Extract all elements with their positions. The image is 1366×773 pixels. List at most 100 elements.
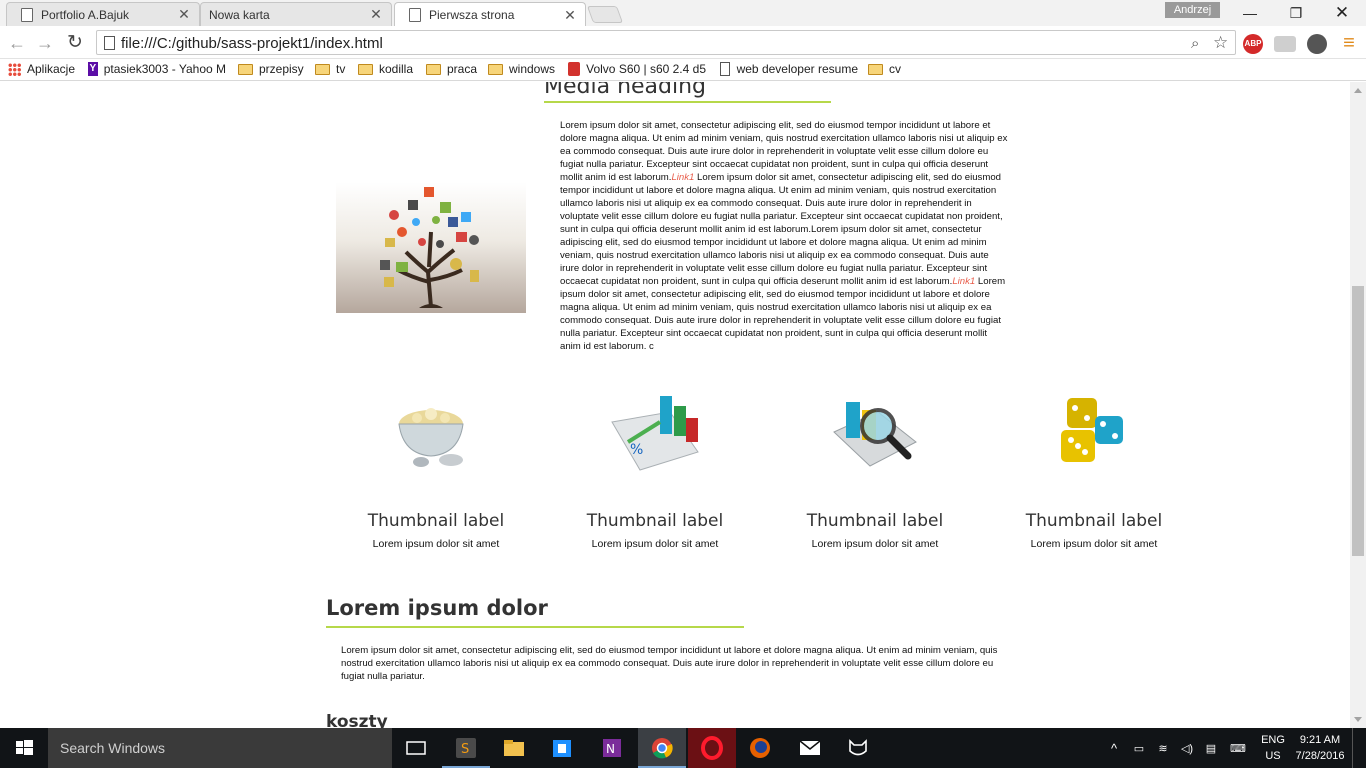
file-explorer-icon[interactable] xyxy=(490,728,538,768)
bookmark-label: tv xyxy=(336,62,346,76)
page-icon xyxy=(720,62,730,76)
menu-icon[interactable]: ≡ xyxy=(1338,32,1360,54)
bookmark-kodilla[interactable]: kodilla xyxy=(358,62,413,76)
section-body-text: Lorem ipsum dolor sit amet, consectetur … xyxy=(341,645,998,682)
folder-icon xyxy=(426,63,441,75)
dice-icon xyxy=(1061,398,1123,462)
battery-icon[interactable]: ▭ xyxy=(1128,728,1150,768)
windows-taskbar: Search Windows S N ^ ▭ ≋ ◁) ▤ ⌨ ENG US 9… xyxy=(0,728,1366,768)
thumbnail-label: Thumbnail label xyxy=(586,511,724,531)
profile-button[interactable]: Andrzej xyxy=(1165,2,1220,18)
language-indicator[interactable]: ENG US xyxy=(1256,732,1290,764)
cast-icon[interactable] xyxy=(1274,36,1296,52)
folder-icon xyxy=(488,63,503,75)
thumbnail-card[interactable]: Thumbnail label Lorem ipsum dolor sit am… xyxy=(994,382,1194,550)
page-icon xyxy=(409,8,421,22)
thumbnail-card[interactable]: Thumbnail label Lorem ipsum dolor sit am… xyxy=(336,382,536,550)
keyboard-icon[interactable]: ⌨ xyxy=(1224,728,1252,768)
restore-button[interactable]: ❐ xyxy=(1273,0,1319,26)
clock[interactable]: 9:21 AM 7/28/2016 xyxy=(1290,732,1350,764)
reload-icon[interactable]: ↻ xyxy=(64,32,86,54)
search-windows-input[interactable]: Search Windows xyxy=(48,728,392,768)
tab-pierwsza-strona[interactable]: Pierwsza strona ✕ xyxy=(394,2,586,27)
mail-icon[interactable] xyxy=(786,728,834,768)
social-tree-icon xyxy=(380,187,479,308)
bookmark-label: Aplikacje xyxy=(27,62,76,76)
tab-label: Pierwsza strona xyxy=(429,8,515,22)
clock-date: 7/28/2016 xyxy=(1295,750,1345,762)
new-tab-button[interactable] xyxy=(586,6,624,23)
folder-icon xyxy=(358,63,373,75)
apps-icon xyxy=(8,62,21,76)
svg-text:N: N xyxy=(606,742,615,756)
bookmark-cv[interactable]: cv xyxy=(868,62,901,76)
window-close-button[interactable]: ✕ xyxy=(1319,0,1365,26)
volvo-icon xyxy=(568,62,581,76)
close-icon[interactable]: ✕ xyxy=(563,7,577,24)
tab-new[interactable]: Nowa karta ✕ xyxy=(200,2,392,26)
page-icon xyxy=(104,36,115,50)
thumbnail-desc: Lorem ipsum dolor sit amet xyxy=(372,538,500,550)
bookmark-label: Volvo S60 | s60 2.4 d5 xyxy=(586,62,706,76)
heading-underline xyxy=(544,101,831,103)
folder-icon xyxy=(238,63,253,75)
github-desktop-icon[interactable] xyxy=(834,728,882,768)
wifi-icon[interactable]: ≋ xyxy=(1152,728,1174,768)
tray-overflow-icon[interactable]: ^ xyxy=(1104,728,1124,768)
thumbnail-card[interactable]: % Thumbnail label Lorem ipsum dolor sit … xyxy=(555,382,755,550)
show-desktop-button[interactable] xyxy=(1352,728,1366,768)
onenote-icon[interactable]: N xyxy=(588,728,636,768)
task-view-icon[interactable] xyxy=(392,728,440,768)
bookmark-praca[interactable]: praca xyxy=(426,62,477,76)
svg-text:S: S xyxy=(461,742,469,757)
bookmark-label: windows xyxy=(509,62,556,76)
minimize-button[interactable]: — xyxy=(1227,0,1273,26)
notification-icon[interactable]: ▤ xyxy=(1200,728,1222,768)
zoom-icon[interactable]: ⌕ xyxy=(1191,35,1199,52)
sync-icon[interactable] xyxy=(1307,34,1327,54)
scroll-down-icon[interactable] xyxy=(1354,717,1362,722)
tab-strip: Portfolio A.Bajuk ✕ Nowa karta ✕ Pierwsz… xyxy=(0,0,1366,27)
bookmark-star-icon[interactable]: ☆ xyxy=(1213,33,1228,53)
opera-icon[interactable] xyxy=(688,728,736,768)
address-bar[interactable]: file:///C:/github/sass-projekt1/index.ht… xyxy=(96,30,1236,55)
close-icon[interactable]: ✕ xyxy=(369,6,383,23)
thumbnail-card[interactable]: Thumbnail label Lorem ipsum dolor sit am… xyxy=(775,382,975,550)
language-region: US xyxy=(1265,750,1281,762)
bookmark-przepisy[interactable]: przepisy xyxy=(238,62,304,76)
link-2[interactable]: Link1 xyxy=(952,276,975,287)
chrome-icon[interactable] xyxy=(638,728,686,768)
scroll-up-icon[interactable] xyxy=(1354,88,1362,93)
bookmark-label: przepisy xyxy=(259,62,304,76)
vertical-scrollbar[interactable] xyxy=(1350,82,1366,728)
sublime-text-icon[interactable]: S xyxy=(442,728,490,768)
link-1[interactable]: Link1 xyxy=(671,172,694,183)
magnifier-icon xyxy=(833,402,917,467)
forward-icon[interactable]: → xyxy=(34,32,56,54)
page-icon xyxy=(21,7,33,22)
bookmark-web-developer[interactable]: web developer resume xyxy=(720,62,858,76)
bookmark-windows[interactable]: windows xyxy=(488,62,555,76)
bookmark-label: cv xyxy=(889,62,901,76)
url-text[interactable]: file:///C:/github/sass-projekt1/index.ht… xyxy=(121,35,383,52)
clock-time: 9:21 AM xyxy=(1299,734,1341,746)
back-icon[interactable]: ← xyxy=(6,32,28,54)
bookmark-apps[interactable]: Aplikacje xyxy=(8,62,75,76)
store-icon[interactable] xyxy=(538,728,586,768)
popcorn-icon xyxy=(398,408,464,467)
bookmark-volvo[interactable]: Volvo S60 | s60 2.4 d5 xyxy=(568,62,706,76)
adblock-icon[interactable]: ABP xyxy=(1243,34,1263,54)
bookmark-tv[interactable]: tv xyxy=(315,62,345,76)
start-button[interactable] xyxy=(0,728,48,768)
koszty-heading: koszty xyxy=(326,712,388,728)
thumbnail-desc: Lorem ipsum dolor sit amet xyxy=(1030,538,1158,550)
firefox-icon[interactable] xyxy=(736,728,784,768)
svg-text:%: % xyxy=(630,442,643,458)
thumbnail-label: Thumbnail label xyxy=(1025,511,1163,531)
bookmark-yahoo[interactable]: Y ptasiek3003 - Yahoo M xyxy=(88,62,226,76)
tab-portfolio[interactable]: Portfolio A.Bajuk ✕ xyxy=(6,2,200,26)
browser-toolbar: ← → ↻ file:///C:/github/sass-projekt1/in… xyxy=(0,26,1366,59)
volume-icon[interactable]: ◁) xyxy=(1176,728,1198,768)
close-icon[interactable]: ✕ xyxy=(177,6,191,23)
scrollbar-thumb[interactable] xyxy=(1352,286,1364,556)
